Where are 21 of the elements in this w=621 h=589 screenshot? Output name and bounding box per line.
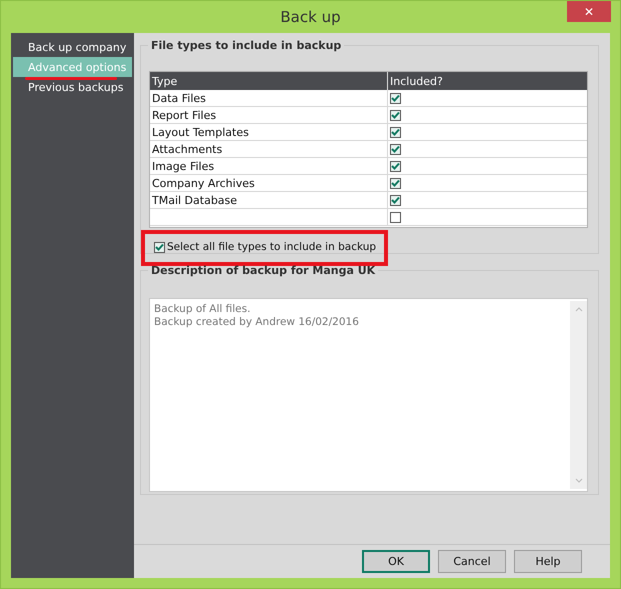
dialog-button[interactable]: Cancel	[438, 550, 506, 573]
window-title: Back up	[280, 8, 341, 26]
description-text: Backup of All files.	[154, 303, 252, 316]
sidebar-item[interactable]: Previous backups	[13, 77, 132, 97]
table-cell: Report Files	[152, 108, 216, 122]
group-title: File types to include in backup	[150, 38, 342, 52]
dialog-button[interactable]: Help	[514, 550, 582, 573]
close-button[interactable]: ✕	[567, 1, 611, 22]
table-cell: Data Files	[152, 92, 206, 104]
table-cell: Attachments	[152, 142, 222, 156]
table-cell: Layout Templates	[152, 126, 249, 138]
table-cell: Image Files	[152, 160, 214, 172]
column-header: Included?	[387, 72, 587, 90]
group-title: Description of backup for Manga UK	[150, 264, 376, 276]
dialog-button[interactable]: OK	[362, 550, 430, 573]
sidebar-item[interactable]: Back up company	[13, 37, 132, 57]
table-cell: TMail Database	[152, 194, 238, 206]
column-header: Type	[151, 74, 178, 90]
checkbox-label[interactable]: Select all file types to include in backup	[167, 241, 376, 253]
description-text: Backup created by Andrew 16/02/2016	[154, 316, 360, 329]
table-cell: Company Archives	[152, 176, 255, 190]
